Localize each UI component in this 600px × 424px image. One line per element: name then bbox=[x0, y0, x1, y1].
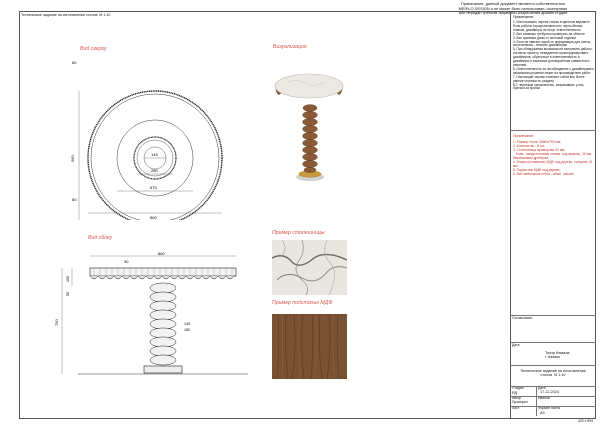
top-view-drawing: 145 280 575 860 60 560 60 bbox=[70, 60, 223, 220]
author-value: Иванов bbox=[538, 396, 550, 400]
dim-h-a: 100 bbox=[66, 276, 70, 282]
dim-width: 860 bbox=[158, 251, 165, 256]
notes-body: 1. Использовать чертеж только в цветном … bbox=[513, 20, 595, 91]
dim-total-height: 750 bbox=[54, 319, 59, 326]
dim-top-small: 60 bbox=[72, 60, 77, 65]
notes-heading: Примечание: bbox=[513, 15, 535, 19]
sheet-label: Лист bbox=[512, 406, 520, 410]
side-view-drawing: 860 30 750 100 50 145 180 bbox=[54, 251, 248, 375]
dim-mid: 575 bbox=[150, 185, 157, 190]
sheet-size: 420 x 594 bbox=[578, 419, 593, 423]
agreed-label: Согласовано bbox=[512, 316, 533, 320]
base-plate bbox=[143, 365, 183, 374]
visualization-image bbox=[272, 60, 348, 184]
dim-bottom-small: 60 bbox=[72, 197, 77, 202]
wood-sample-image bbox=[272, 314, 347, 379]
sheet-title-small: Техническое задание на изготовление стол… bbox=[21, 13, 111, 17]
drawing-title: Техническое задание на изготовление стол… bbox=[520, 369, 586, 378]
outer-circle bbox=[90, 93, 220, 220]
side-view-label: Вид сбоку bbox=[88, 235, 113, 241]
tabletop-scallop-edge bbox=[89, 275, 236, 280]
dim-h-b: 50 bbox=[66, 292, 70, 296]
wood-column bbox=[302, 104, 318, 173]
object-name: Театр Камала г. Казань bbox=[545, 351, 570, 360]
date-row-label: Дата bbox=[512, 343, 520, 347]
dim-inner: 280 bbox=[151, 168, 158, 173]
divider bbox=[510, 130, 596, 131]
checker-label: Проверил bbox=[512, 400, 528, 404]
marble-sample-image bbox=[272, 240, 347, 295]
divider bbox=[536, 386, 537, 416]
marble-top bbox=[274, 73, 344, 99]
column-stack bbox=[149, 282, 177, 366]
date-value: 17.12.2024 bbox=[540, 390, 560, 394]
dim-top-thickness: 30 bbox=[124, 259, 129, 264]
wood-base bbox=[272, 314, 347, 379]
dim-height: 560 bbox=[70, 155, 75, 162]
tabletop-example-label: Пример столешницы bbox=[272, 230, 325, 236]
spec-heading: Примечание: bbox=[513, 134, 535, 138]
divider bbox=[510, 396, 596, 397]
format-value: А3 bbox=[540, 411, 545, 415]
divider bbox=[510, 365, 596, 366]
spec-body: 1. Размер стола Ø860х750 мм; 2. Количест… bbox=[513, 140, 593, 176]
visualization-label: Визуализация bbox=[273, 44, 307, 50]
dim-col-b: 180 bbox=[184, 328, 190, 332]
dim-col-a: 145 bbox=[184, 322, 190, 326]
dim-outer: 860 bbox=[150, 215, 157, 220]
base-example-label: Пример подстолья МДФ bbox=[272, 300, 333, 306]
dim-center: 145 bbox=[151, 152, 158, 157]
divider bbox=[510, 342, 596, 343]
stage-value: РД bbox=[512, 390, 518, 395]
